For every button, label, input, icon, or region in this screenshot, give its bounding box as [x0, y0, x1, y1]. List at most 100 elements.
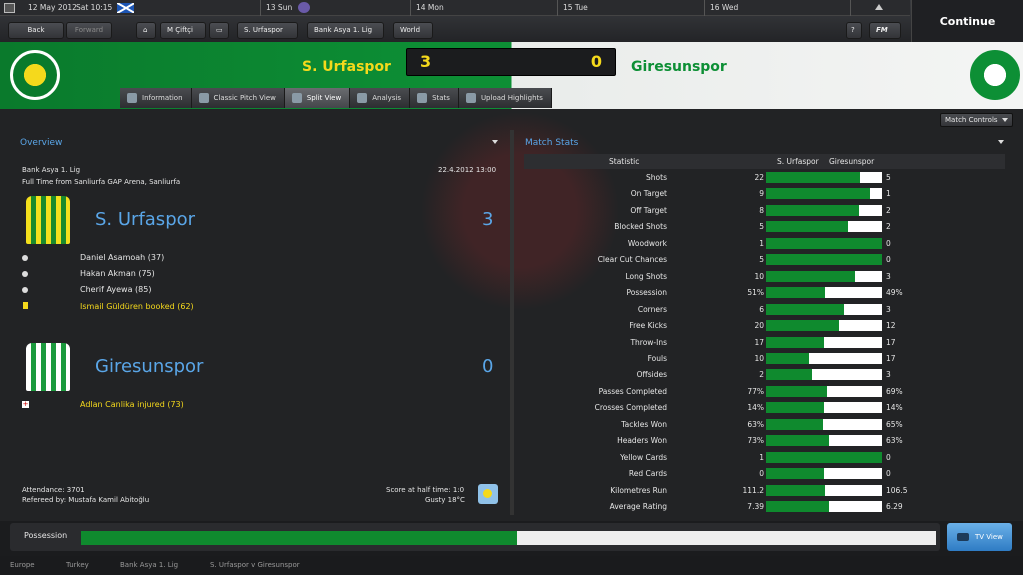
breadcrumb-match[interactable]: S. Urfaspor v Giresunspor [210, 556, 300, 575]
stat-bar-home-fill [766, 320, 840, 332]
overview-menu-icon[interactable] [492, 140, 498, 144]
stat-bar-home-fill [766, 237, 882, 249]
help-icon[interactable]: ? [846, 22, 862, 39]
stat-away-value: 17 [886, 353, 896, 363]
scroll-up-icon[interactable] [875, 4, 883, 10]
tab-upload-highlights[interactable]: Upload Highlights [458, 88, 552, 108]
forward-button[interactable]: Forward [66, 22, 112, 39]
world-label: World [400, 26, 421, 34]
stats-menu-icon[interactable] [998, 140, 1004, 144]
tab-classic-pitch-view[interactable]: Classic Pitch View [191, 88, 285, 108]
stat-home-value: 10 [754, 353, 764, 363]
stat-row: Offsides 2 3 [524, 367, 1005, 383]
stat-row: Tackles Won 63% 65% [524, 417, 1005, 433]
stat-home-value: 1 [759, 238, 764, 248]
stat-bar-home-fill [766, 221, 849, 233]
view-tabs: Information Classic Pitch View Split Vie… [120, 88, 552, 108]
away-team-name[interactable]: Giresunspor [631, 59, 727, 75]
match-controls-button[interactable]: Match Controls [940, 113, 1013, 127]
stat-home-value: 63% [747, 419, 764, 429]
fixture-badge-icon[interactable] [298, 2, 310, 13]
possession-bar: Possession [10, 523, 940, 551]
tv-view-button[interactable]: TV View [947, 523, 1012, 551]
tab-stats[interactable]: Stats [410, 88, 459, 108]
stat-home-value: 51% [747, 288, 764, 298]
home-score-overview: 3 [482, 209, 494, 230]
stat-label: Tackles Won [621, 419, 667, 429]
world-menu[interactable]: World [393, 22, 433, 47]
stat-away-value: 14% [886, 403, 903, 413]
stat-bar-home-fill [766, 188, 871, 200]
stat-label: Crosses Completed [594, 403, 667, 413]
goal-ball-icon [22, 271, 28, 277]
calendar-icon[interactable] [4, 3, 15, 13]
tab-label: Stats [432, 94, 450, 102]
stat-away-value: 6.29 [886, 502, 903, 511]
league-menu[interactable]: Bank Asya 1. Lig [307, 22, 384, 47]
home-event[interactable]: Cherif Ayewa (85) [80, 285, 151, 294]
fm-menu[interactable]: FM [869, 22, 901, 47]
tv-view-label: TV View [975, 533, 1003, 541]
manager-menu[interactable]: M Çiftçi [160, 22, 206, 47]
match-stats-title: Match Stats [525, 138, 579, 148]
club-label: S. Urfaspor [244, 26, 283, 34]
match-controls-label: Match Controls [945, 116, 998, 124]
stat-home-value: 9 [759, 189, 764, 199]
tab-label: Analysis [372, 94, 402, 102]
stat-bar-home-fill [766, 270, 856, 282]
stat-row: Kilometres Run 111.2 106.5 [524, 483, 1005, 499]
stat-bar-home-fill [766, 287, 826, 299]
stat-row: On Target 9 1 [524, 186, 1005, 202]
tab-analysis[interactable]: Analysis [350, 88, 411, 108]
home-team-name[interactable]: S. Urfaspor [302, 59, 391, 75]
referee[interactable]: Refereed by: Mustafa Kamil Abitoğlu [22, 496, 149, 504]
back-button[interactable]: Back [8, 22, 64, 39]
stat-row: Possession 51% 49% [524, 285, 1005, 301]
home-icon[interactable]: ⌂ [136, 22, 156, 39]
away-team-heading[interactable]: Giresunspor [95, 356, 203, 377]
away-event[interactable]: Adlan Canlika injured (73) [80, 400, 184, 409]
fm-label: FM [876, 26, 888, 34]
club-menu[interactable]: S. Urfaspor [237, 22, 298, 47]
venue-info: Full Time from Sanliurfa GAP Arena, Sanl… [22, 178, 181, 186]
possession-track [81, 531, 936, 545]
stat-bar-home-fill [766, 484, 826, 496]
day-15[interactable]: 15 Tue [557, 0, 588, 16]
manager-label: M Çiftçi [167, 26, 193, 34]
stat-away-value: 3 [886, 271, 891, 281]
day-16[interactable]: 16 Wed [704, 0, 738, 16]
stat-bar-home-fill [766, 204, 859, 216]
yellow-card-icon [23, 302, 28, 309]
day-13[interactable]: 13 Sun [260, 0, 292, 16]
tab-label: Upload Highlights [480, 94, 543, 102]
tab-information[interactable]: Information [120, 88, 192, 108]
stat-row: Crosses Completed 14% 14% [524, 400, 1005, 416]
stat-away-value: 2 [886, 222, 891, 232]
breadcrumb-europe[interactable]: Europe [10, 556, 35, 575]
stat-away-value: 1 [886, 189, 891, 199]
stat-bar-home-fill [766, 303, 844, 315]
stat-bar [766, 336, 882, 348]
breadcrumb-league[interactable]: Bank Asya 1. Lig [120, 556, 178, 575]
home-event[interactable]: Daniel Asamoah (37) [80, 253, 164, 262]
home-event[interactable]: Ismail Güldüren booked (62) [80, 302, 194, 311]
tab-split-view[interactable]: Split View [284, 88, 351, 108]
day-14[interactable]: 14 Mon [410, 0, 444, 16]
car-icon[interactable]: ▭ [209, 22, 229, 39]
weather-icon [478, 484, 498, 504]
stat-bar-home-fill [766, 385, 828, 397]
competition-name[interactable]: Bank Asya 1. Lig [22, 166, 80, 174]
stat-row: Average Rating 7.39 6.29 [524, 499, 1005, 515]
stat-away-value: 65% [886, 419, 903, 429]
stat-away-value: 0 [886, 255, 891, 265]
continue-button[interactable]: Continue [911, 0, 1023, 42]
stat-label: Corners [637, 304, 667, 314]
stat-row: Shots 22 5 [524, 170, 1005, 186]
stat-label: Headers Won [617, 436, 667, 446]
breadcrumb-turkey[interactable]: Turkey [66, 556, 89, 575]
panel-splitter[interactable] [510, 130, 514, 515]
home-event[interactable]: Hakan Akman (75) [80, 269, 155, 278]
stat-home-value: 20 [754, 321, 764, 331]
stat-bar-home-fill [766, 369, 813, 381]
home-team-heading[interactable]: S. Urfaspor [95, 209, 195, 230]
